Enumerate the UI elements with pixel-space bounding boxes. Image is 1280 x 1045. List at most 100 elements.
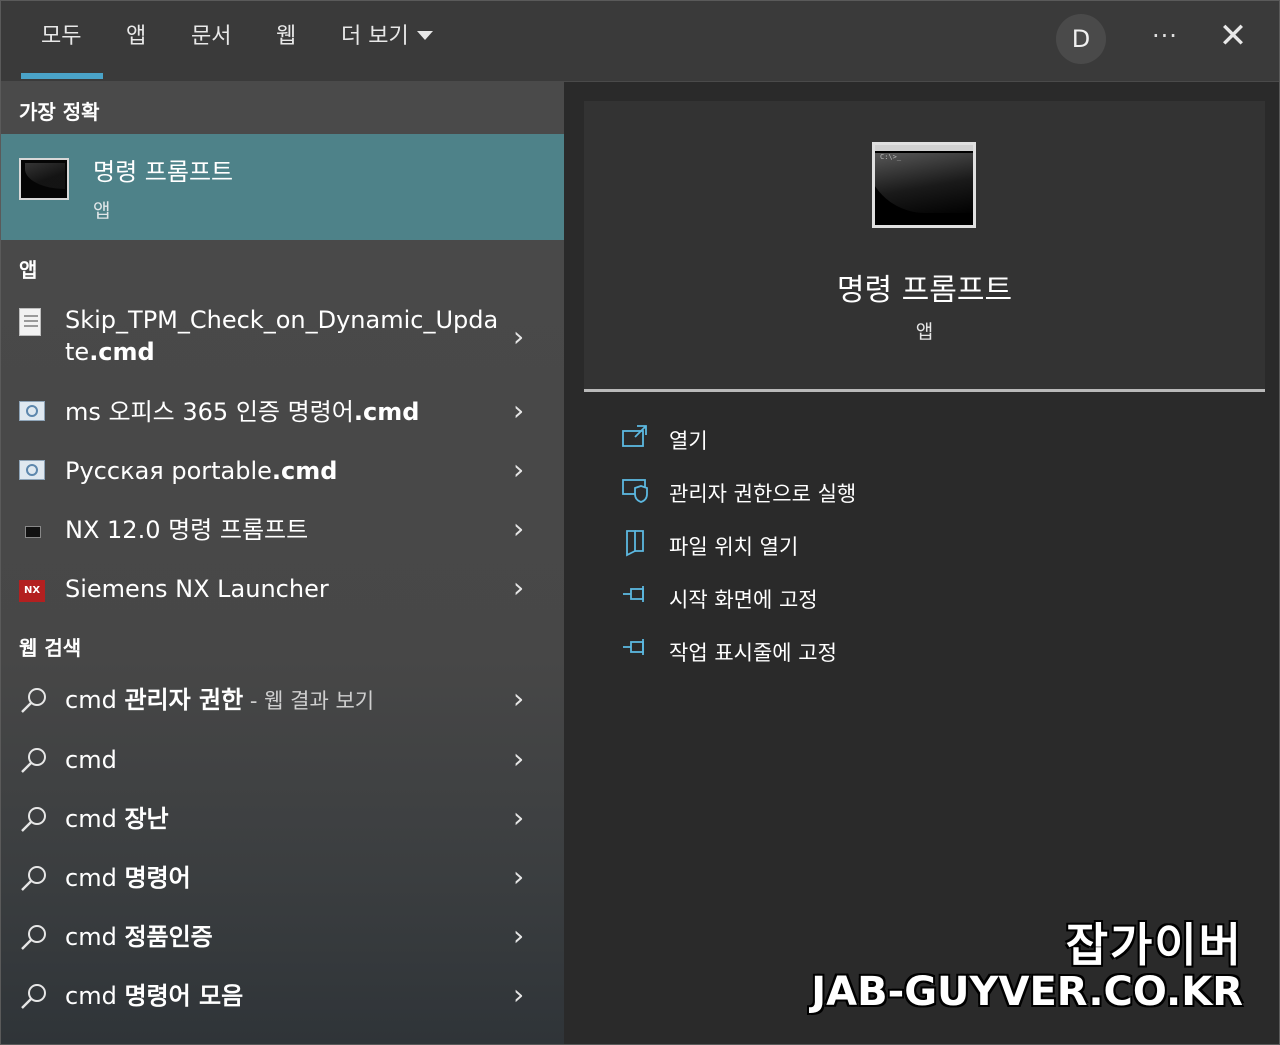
list-item-label: Siemens NX Launcher bbox=[65, 575, 329, 603]
action-run-as-admin[interactable]: 관리자 권한으로 실행 bbox=[621, 476, 921, 508]
file-location-icon bbox=[626, 530, 644, 557]
pin-icon bbox=[623, 639, 644, 655]
list-item[interactable]: cmd 관리자 권한 - 웹 결과 보기 › bbox=[1, 682, 564, 722]
app-preview: C:\>_ 명령 프롬프트 앱 bbox=[584, 101, 1265, 392]
chevron-right-icon[interactable]: › bbox=[513, 744, 524, 774]
query-text: cmd bbox=[65, 746, 117, 774]
chevron-right-icon[interactable]: › bbox=[513, 684, 524, 714]
list-item-label: NX 12.0 명령 프롬프트 bbox=[65, 516, 309, 544]
list-item-line1: Skip_TPM_Check_on_Dynamic_Upda bbox=[65, 306, 499, 334]
chevron-right-icon[interactable]: › bbox=[513, 455, 524, 485]
tab-all[interactable]: 모두 bbox=[41, 19, 81, 55]
apps-header: 앱 bbox=[19, 258, 38, 282]
chevron-right-icon[interactable]: › bbox=[513, 573, 524, 603]
action-open[interactable]: 열기 bbox=[621, 423, 921, 455]
web-result-suffix: - 웹 결과 보기 bbox=[243, 689, 375, 713]
list-item[interactable]: NX Siemens NX Launcher › bbox=[1, 571, 564, 611]
web-search-header: 웹 검색 bbox=[19, 636, 82, 660]
list-item-label: cmd bbox=[65, 744, 117, 776]
action-pin-to-taskbar[interactable]: 작업 표시줄에 고정 bbox=[621, 635, 921, 667]
tab-apps[interactable]: 앱 bbox=[126, 19, 146, 55]
chevron-right-icon[interactable]: › bbox=[513, 921, 524, 951]
watermark-url: JAB-GUYVER.CO.KR bbox=[811, 969, 1243, 1015]
tab-documents[interactable]: 문서 bbox=[191, 19, 231, 55]
best-match-header: 가장 정확 bbox=[19, 100, 100, 124]
list-item-label: cmd 관리자 권한 - 웹 결과 보기 bbox=[65, 684, 374, 717]
query-text: cmd bbox=[65, 686, 125, 714]
list-item-label: Skip_TPM_Check_on_Dynamic_Upda te.cmd bbox=[65, 304, 498, 368]
search-icon bbox=[21, 866, 46, 891]
command-prompt-icon bbox=[25, 526, 41, 538]
list-item-line2-bold: .cmd bbox=[89, 338, 155, 366]
list-item-bold: .cmd bbox=[353, 398, 420, 426]
open-icon bbox=[622, 425, 647, 447]
preview-subtitle: 앱 bbox=[915, 321, 934, 343]
list-item-label: Русская portable.cmd bbox=[65, 455, 337, 487]
preview-title: 명령 프롬프트 bbox=[836, 273, 1013, 308]
nx-logo-icon: NX bbox=[19, 580, 45, 602]
list-item[interactable]: cmd 명령어 모음 › bbox=[1, 978, 564, 1018]
action-pin-to-start[interactable]: 시작 화면에 고정 bbox=[621, 582, 921, 614]
search-icon bbox=[21, 807, 46, 832]
settings-document-icon bbox=[19, 460, 45, 480]
action-open-file-location[interactable]: 파일 위치 열기 bbox=[621, 529, 921, 561]
tab-more-label: 더 보기 bbox=[341, 24, 409, 49]
list-item-text: ms 오피스 365 인증 명령어 bbox=[65, 398, 354, 426]
action-label: 열기 bbox=[669, 429, 708, 453]
watermark-title: 잡가이버 bbox=[1065, 918, 1243, 972]
query-text: cmd bbox=[65, 982, 125, 1010]
close-icon[interactable]: ✕ bbox=[1215, 18, 1251, 54]
shield-icon bbox=[622, 479, 648, 503]
best-match-title: 명령 프롬프트 bbox=[93, 158, 234, 186]
search-icon bbox=[21, 925, 46, 950]
list-item[interactable]: cmd 정품인증 › bbox=[1, 919, 564, 959]
list-item[interactable]: cmd 장난 › bbox=[1, 801, 564, 841]
tab-more[interactable]: 더 보기 bbox=[341, 19, 433, 55]
account-avatar[interactable]: D bbox=[1056, 14, 1106, 64]
list-item-label: ms 오피스 365 인증 명령어.cmd bbox=[65, 396, 419, 428]
settings-document-icon bbox=[19, 401, 45, 421]
tab-web[interactable]: 웹 bbox=[276, 19, 296, 55]
list-item[interactable]: ms 오피스 365 인증 명령어.cmd › bbox=[1, 394, 564, 434]
list-item[interactable]: NX 12.0 명령 프롬프트 › bbox=[1, 512, 564, 552]
search-icon bbox=[21, 688, 46, 713]
query-bold: 정품인증 bbox=[124, 923, 213, 951]
more-options-icon[interactable]: ··· bbox=[1145, 21, 1185, 51]
active-tab-indicator bbox=[21, 73, 103, 79]
list-item-line2: te bbox=[65, 338, 90, 366]
document-icon bbox=[19, 308, 41, 336]
query-text: cmd bbox=[65, 805, 125, 833]
chevron-down-icon bbox=[416, 30, 433, 40]
list-item-bold: .cmd bbox=[271, 457, 338, 485]
query-bold: 관리자 권한 bbox=[124, 686, 244, 714]
list-item[interactable]: cmd › bbox=[1, 742, 564, 782]
chevron-right-icon[interactable]: › bbox=[513, 980, 524, 1010]
query-bold: 장난 bbox=[124, 805, 169, 833]
list-item[interactable]: Русская portable.cmd › bbox=[1, 453, 564, 493]
list-item[interactable]: Skip_TPM_Check_on_Dynamic_Upda te.cmd › bbox=[1, 304, 564, 372]
icon-prompt-text: C:\>_ bbox=[880, 153, 902, 161]
results-pane: 가장 정확 명령 프롬프트 앱 앱 Skip_TPM_Check_on_Dyna… bbox=[1, 82, 564, 1044]
chevron-right-icon[interactable]: › bbox=[513, 396, 524, 426]
detail-pane: C:\>_ 명령 프롬프트 앱 열기 관리자 권한으로 실행 파일 위치 열기 … bbox=[564, 82, 1279, 1044]
icon-glow bbox=[875, 153, 973, 213]
chevron-right-icon[interactable]: › bbox=[513, 322, 524, 352]
chevron-right-icon[interactable]: › bbox=[513, 803, 524, 833]
command-prompt-icon bbox=[19, 158, 69, 200]
list-item-label: cmd 장난 bbox=[65, 803, 169, 835]
search-window: 모두 앱 문서 웹 더 보기 D ··· ✕ 가장 정확 명령 프롬프트 앱 앱… bbox=[0, 0, 1280, 1045]
chevron-right-icon[interactable]: › bbox=[513, 514, 524, 544]
list-item-label: cmd 명령어 bbox=[65, 862, 191, 894]
search-icon bbox=[21, 984, 46, 1009]
query-text: cmd bbox=[65, 864, 125, 892]
list-item-label: cmd 명령어 모음 bbox=[65, 980, 243, 1012]
query-bold: 명령어 모음 bbox=[124, 982, 244, 1010]
best-match-item[interactable]: 명령 프롬프트 앱 bbox=[1, 134, 564, 240]
chevron-right-icon[interactable]: › bbox=[513, 862, 524, 892]
list-item[interactable]: cmd 명령어 › bbox=[1, 860, 564, 900]
query-text: cmd bbox=[65, 923, 125, 951]
action-label: 시작 화면에 고정 bbox=[669, 588, 818, 612]
query-bold: 명령어 bbox=[124, 864, 191, 892]
command-prompt-icon: C:\>_ bbox=[872, 142, 976, 228]
best-match-subtitle: 앱 bbox=[93, 200, 111, 222]
